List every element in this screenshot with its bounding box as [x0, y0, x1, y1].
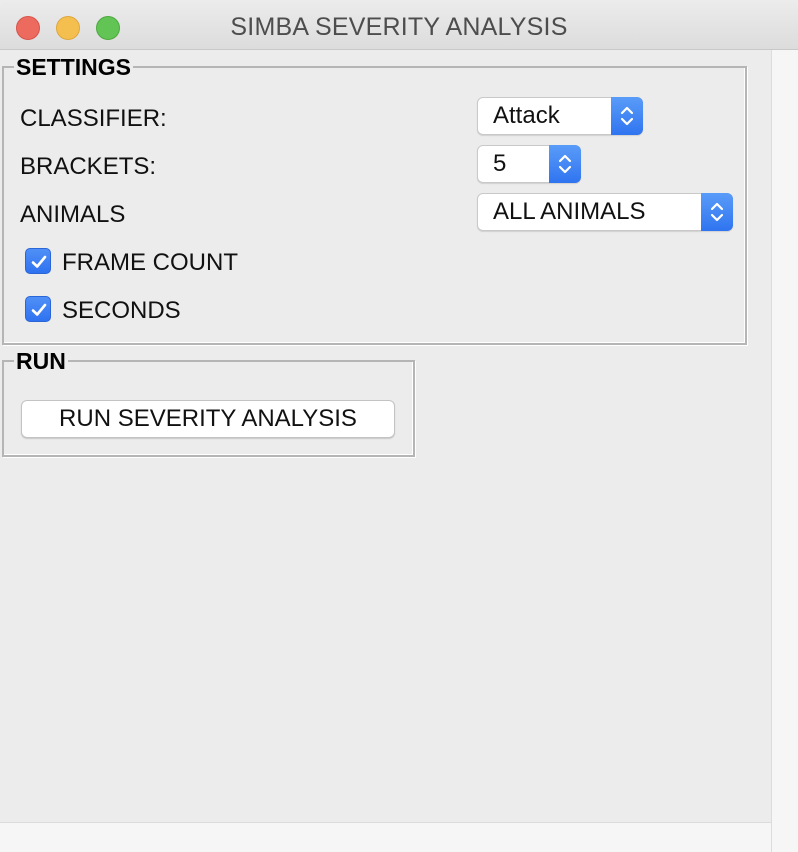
horizontal-scrollbar-area[interactable] — [0, 822, 771, 852]
settings-legend: SETTINGS — [14, 54, 134, 80]
run-severity-analysis-button[interactable]: RUN SEVERITY ANALYSIS — [21, 400, 395, 438]
run-legend: RUN — [14, 348, 68, 374]
classifier-label: CLASSIFIER: — [20, 105, 167, 132]
checkmark-icon — [31, 255, 47, 268]
chevron-updown-icon — [701, 193, 733, 231]
chevron-updown-icon — [611, 97, 643, 135]
window-title: SIMBA SEVERITY ANALYSIS — [230, 13, 568, 41]
brackets-label: BRACKETS: — [20, 153, 157, 180]
classifier-dropdown[interactable]: Attack — [477, 97, 643, 135]
animals-value: ALL ANIMALS — [493, 198, 646, 225]
animals-dropdown[interactable]: ALL ANIMALS — [477, 193, 733, 231]
checkmark-icon — [31, 303, 47, 316]
chevron-updown-icon — [549, 145, 581, 183]
brackets-value: 5 — [493, 150, 507, 177]
frame-count-label[interactable]: FRAME COUNT — [62, 249, 238, 277]
brackets-dropdown[interactable]: 5 — [477, 145, 581, 183]
classifier-value: Attack — [493, 102, 560, 129]
seconds-checkbox[interactable] — [25, 296, 51, 322]
seconds-label[interactable]: SECONDS — [62, 297, 181, 325]
vertical-scrollbar-area[interactable] — [771, 50, 798, 852]
title-bar[interactable]: SIMBA SEVERITY ANALYSIS — [0, 0, 798, 50]
app-window: SIMBA SEVERITY ANALYSIS SETTINGS CLASSIF… — [0, 0, 798, 852]
frame-count-checkbox[interactable] — [25, 248, 51, 274]
animals-label: ANIMALS — [20, 201, 126, 228]
